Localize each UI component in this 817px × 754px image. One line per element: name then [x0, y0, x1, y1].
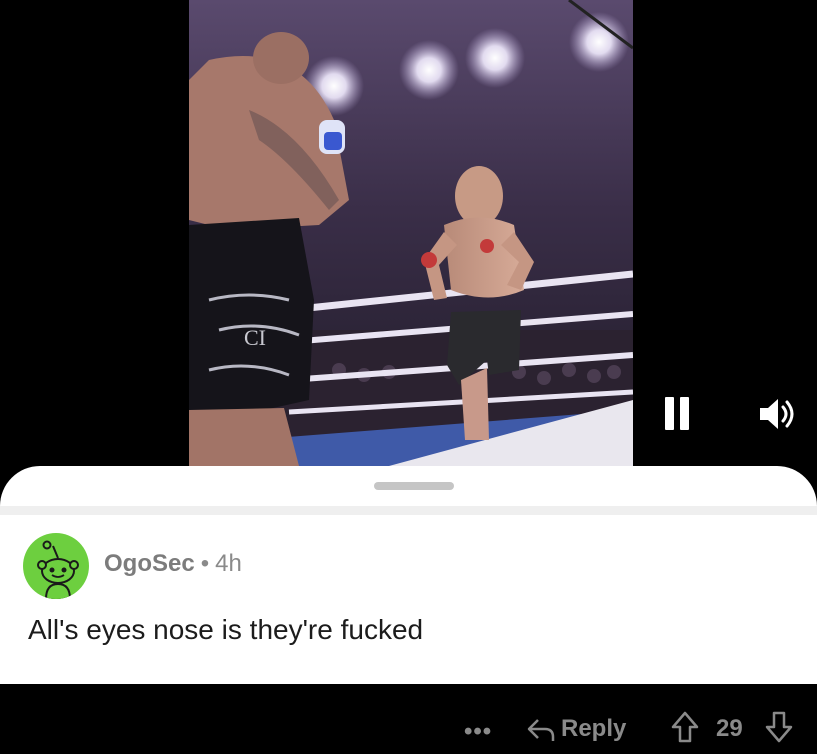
snoo-avatar-icon[interactable]	[23, 533, 89, 599]
vote-count: 29	[716, 715, 743, 742]
sheet-grabber[interactable]	[374, 482, 454, 490]
video-player[interactable]: CI	[0, 0, 817, 470]
svg-text:CI: CI	[244, 325, 266, 350]
pause-icon[interactable]	[662, 397, 694, 431]
volume-icon[interactable]	[758, 396, 798, 432]
video-still: CI	[189, 0, 633, 466]
divider	[0, 506, 817, 515]
comment-actions: ••• Reply 29	[0, 711, 817, 754]
video-frame[interactable]: CI	[189, 0, 633, 466]
upvote-icon[interactable]	[670, 710, 700, 744]
comments-sheet: OgoSec • 4h All's eyes nose is they're fuc…	[0, 466, 817, 744]
more-options-button[interactable]: •••	[464, 720, 492, 744]
comment-meta: OgoSec • 4h	[104, 550, 242, 578]
meta-separator: •	[200, 550, 210, 577]
comment-text: All's eyes nose is they're fucked	[28, 614, 424, 645]
comment-username[interactable]: OgoSec	[104, 550, 195, 577]
comment-time: 4h	[215, 550, 242, 577]
downvote-icon[interactable]	[764, 710, 794, 744]
reply-button[interactable]: Reply	[527, 712, 626, 746]
reply-icon	[527, 719, 555, 741]
reply-label: Reply	[561, 715, 627, 742]
